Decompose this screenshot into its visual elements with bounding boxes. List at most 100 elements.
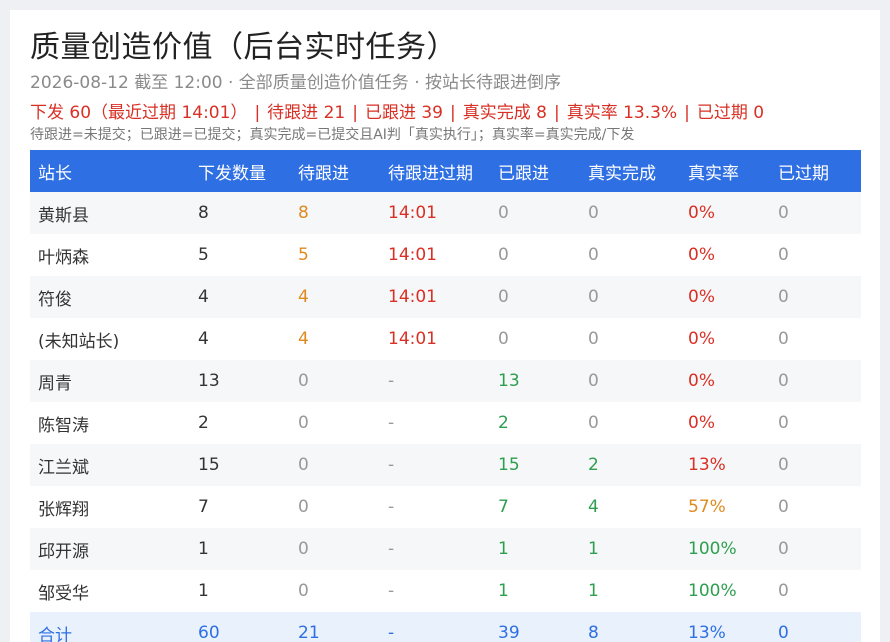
cell-station-master: 张辉翔 bbox=[30, 486, 190, 528]
cell-expired: 0 bbox=[770, 234, 861, 276]
cell-pending: 0 bbox=[290, 360, 380, 402]
cell-pending-expiry: - bbox=[380, 444, 490, 486]
cell-pending: 0 bbox=[290, 402, 380, 444]
stat-separator: | bbox=[553, 103, 560, 123]
stat-item: 待跟进 21 bbox=[267, 103, 346, 123]
cell-station-master: 符俊 bbox=[30, 276, 190, 318]
cell-followed: 13 bbox=[490, 360, 580, 402]
table-row[interactable]: 黄斯县 8 8 14:01 0 0 0% 0 bbox=[30, 192, 861, 234]
stat-item: 真实完成 8 bbox=[462, 103, 547, 123]
cell-issued: 15 bbox=[190, 444, 290, 486]
column-header-pending-expiry[interactable]: 待跟进过期 bbox=[380, 150, 490, 192]
cell-followed: 1 bbox=[490, 528, 580, 570]
cell-station-master: 江兰斌 bbox=[30, 444, 190, 486]
cell-rate: 0% bbox=[680, 192, 770, 234]
cell-followed: 0 bbox=[490, 276, 580, 318]
cell-followed: 7 bbox=[490, 486, 580, 528]
summary-stats: 下发 60（最近过期 14:01） | 待跟进 21 | 已跟进 39 | 真实完成 8 | 真… bbox=[30, 98, 764, 123]
column-header-rate[interactable]: 真实率 bbox=[680, 150, 770, 192]
report-card: 质量创造价值（后台实时任务） 2026-08-12 截至 12:00 · 全部质… bbox=[10, 10, 880, 642]
table-row[interactable]: 叶炳森 5 5 14:01 0 0 0% 0 bbox=[30, 234, 861, 276]
column-header-completed[interactable]: 真实完成 bbox=[580, 150, 680, 192]
cell-rate: 100% bbox=[680, 570, 770, 612]
cell-pending: 4 bbox=[290, 318, 380, 360]
cell-completed: 0 bbox=[580, 276, 680, 318]
cell-pending-expiry: 14:01 bbox=[380, 276, 490, 318]
cell-completed: 0 bbox=[580, 234, 680, 276]
cell-expired: 0 bbox=[770, 276, 861, 318]
stat-item: 已跟进 39 bbox=[364, 103, 443, 123]
table-row[interactable]: 陈智涛 2 0-2 0 0% 0 bbox=[30, 402, 861, 444]
cell-expired: 0 bbox=[770, 318, 861, 360]
total-row: 合计 60 21-39 8 13% 0 bbox=[30, 612, 861, 642]
cell-followed: 0 bbox=[490, 318, 580, 360]
cell-pending: 0 bbox=[290, 528, 380, 570]
cell-pending: 0 bbox=[290, 570, 380, 612]
cell-pending-expiry: 14:01 bbox=[380, 192, 490, 234]
stat-separator: | bbox=[684, 103, 690, 123]
cell-rate: 57% bbox=[680, 486, 770, 528]
cell-rate: 0% bbox=[680, 276, 770, 318]
stat-item: 已过期 0 bbox=[696, 103, 765, 123]
cell-expired: 0 bbox=[770, 402, 861, 444]
cell-station-master: (未知站长) bbox=[30, 318, 190, 360]
total-cell-station-master: 合计 bbox=[30, 612, 190, 642]
metric-legend: 待跟进=未提交；已跟进=已提交；真实完成=已提交且AI判「真实执行」；真实率=真… bbox=[30, 127, 635, 143]
total-cell-pending-expiry: - bbox=[380, 612, 490, 642]
column-header-followed[interactable]: 已跟进 bbox=[490, 150, 580, 192]
cell-pending-expiry: - bbox=[380, 360, 490, 402]
table-row[interactable]: 周青 13 0-13 0 0% 0 bbox=[30, 360, 861, 402]
stat-separator: | bbox=[352, 103, 358, 123]
cell-followed: 15 bbox=[490, 444, 580, 486]
cell-station-master: 黄斯县 bbox=[30, 192, 190, 234]
cell-followed: 2 bbox=[490, 402, 580, 444]
page-title: 质量创造价值（后台实时任务） bbox=[30, 30, 457, 65]
cell-completed: 1 bbox=[580, 570, 680, 612]
column-header-expired[interactable]: 已过期 bbox=[770, 150, 861, 192]
table-body: 黄斯县 8 8 14:01 0 0 0% 0 叶炳森 5 5 14:01 0 0 0% 0 符俊 4 4 14:01 0… bbox=[30, 192, 861, 642]
cell-station-master: 邹受华 bbox=[30, 570, 190, 612]
table-row[interactable]: (未知站长) 4 4 14:01 0 0 0% 0 bbox=[30, 318, 861, 360]
cell-rate: 13% bbox=[680, 444, 770, 486]
cell-followed: 0 bbox=[490, 192, 580, 234]
cell-pending: 4 bbox=[290, 276, 380, 318]
cell-issued: 4 bbox=[190, 318, 290, 360]
cell-expired: 0 bbox=[770, 528, 861, 570]
table-header-row: 站长 下发数量 待跟进 待跟进过期 已跟进 真实完成 真实率 已过期 bbox=[30, 150, 861, 192]
cell-pending-expiry: - bbox=[380, 402, 490, 444]
cell-rate: 0% bbox=[680, 234, 770, 276]
table-row[interactable]: 张辉翔 7 0-7 4 57% 0 bbox=[30, 486, 861, 528]
cell-issued: 5 bbox=[190, 234, 290, 276]
cell-completed: 0 bbox=[580, 318, 680, 360]
cell-issued: 13 bbox=[190, 360, 290, 402]
stat-item: 真实率 13.3% bbox=[566, 103, 678, 123]
total-cell-expired: 0 bbox=[770, 612, 861, 642]
cell-expired: 0 bbox=[770, 486, 861, 528]
table-row[interactable]: 邹受华 1 0-1 1 100% 0 bbox=[30, 570, 861, 612]
cell-completed: 0 bbox=[580, 402, 680, 444]
table-row[interactable]: 符俊 4 4 14:01 0 0 0% 0 bbox=[30, 276, 861, 318]
cell-issued: 4 bbox=[190, 276, 290, 318]
table-row[interactable]: 江兰斌 15 0-15 2 13% 0 bbox=[30, 444, 861, 486]
total-cell-followed: 39 bbox=[490, 612, 580, 642]
cell-completed: 2 bbox=[580, 444, 680, 486]
cell-completed: 4 bbox=[580, 486, 680, 528]
report-meta: 2026-08-12 截至 12:00 · 全部质量创造价值任务 · 按站长待跟… bbox=[30, 73, 562, 93]
cell-station-master: 陈智涛 bbox=[30, 402, 190, 444]
column-header-pending[interactable]: 待跟进 bbox=[290, 150, 380, 192]
table-row[interactable]: 邱开源 1 0-1 1 100% 0 bbox=[30, 528, 861, 570]
column-header-issued[interactable]: 下发数量 bbox=[190, 150, 290, 192]
cell-followed: 0 bbox=[490, 234, 580, 276]
stat-item: 下发 60（最近过期 14:01） bbox=[30, 103, 248, 123]
column-header-station-master[interactable]: 站长 bbox=[30, 150, 190, 192]
cell-expired: 0 bbox=[770, 192, 861, 234]
cell-pending: 8 bbox=[290, 192, 380, 234]
cell-station-master: 邱开源 bbox=[30, 528, 190, 570]
cell-station-master: 周青 bbox=[30, 360, 190, 402]
total-cell-completed: 8 bbox=[580, 612, 680, 642]
cell-rate: 0% bbox=[680, 318, 770, 360]
cell-rate: 0% bbox=[680, 360, 770, 402]
cell-pending-expiry: - bbox=[380, 570, 490, 612]
cell-completed: 1 bbox=[580, 528, 680, 570]
station-master-table: 站长 下发数量 待跟进 待跟进过期 已跟进 真实完成 真实率 已过期 黄斯县 8 8… bbox=[30, 150, 861, 642]
